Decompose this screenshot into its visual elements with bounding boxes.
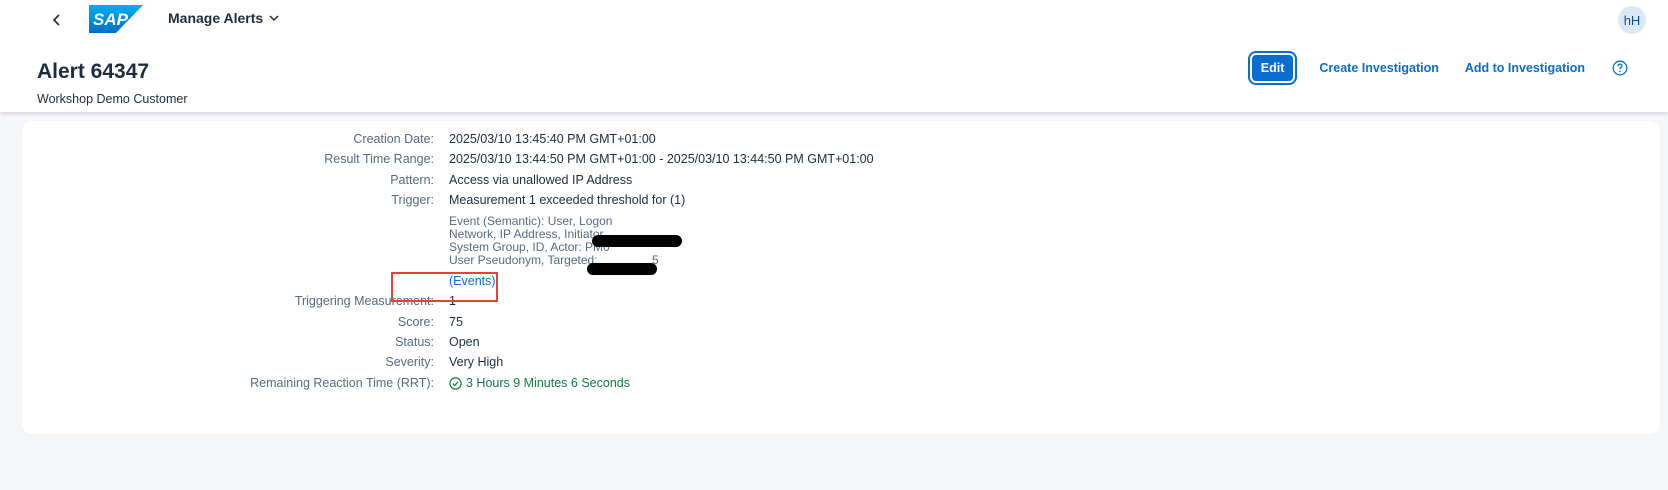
create-investigation-button[interactable]: Create Investigation — [1319, 61, 1438, 75]
field-value: Access via unallowed IP Address — [449, 173, 633, 187]
page-title: Alert 64347 — [37, 60, 150, 83]
field-value: 2025/03/10 13:45:40 PM GMT+01:00 — [449, 132, 656, 146]
field-label: Remaining Reaction Time (RRT): — [250, 376, 434, 390]
trigger-detail-line: User Pseudonym, Targeted: — [449, 253, 598, 267]
back-button[interactable] — [44, 7, 70, 33]
alert-details-card: Creation Date: 2025/03/10 13:45:40 PM GM… — [22, 121, 1660, 434]
field-creation-date: Creation Date: 2025/03/10 13:45:40 PM GM… — [22, 132, 1660, 152]
sap-logo[interactable]: SAP — [89, 5, 143, 33]
field-label: Pattern: — [390, 173, 434, 187]
header-actions: Edit Create Investigation Add to Investi… — [1247, 51, 1628, 85]
edit-button[interactable]: Edit — [1247, 51, 1298, 85]
app-title-menu[interactable]: Manage Alerts — [168, 10, 279, 26]
check-circle-icon — [449, 376, 462, 390]
trigger-detail-line: Event (Semantic): User, Logon — [449, 214, 613, 228]
help-button[interactable] — [1612, 60, 1628, 76]
rrt-text: 3 Hours 9 Minutes 6 Seconds — [466, 376, 630, 390]
field-value: 75 — [449, 315, 463, 329]
user-avatar[interactable]: hH — [1618, 6, 1646, 34]
field-score: Score: 75 — [22, 315, 1660, 335]
field-label: Severity: — [385, 355, 434, 369]
field-value: Measurement 1 exceeded threshold for (1) — [449, 193, 686, 207]
chevron-left-icon — [52, 14, 60, 26]
trigger-detail-line: System Group, ID, Actor: PM0 — [449, 240, 610, 254]
trigger-detail-line: Network, IP Address, Initiator — [449, 227, 604, 241]
field-value: 2025/03/10 13:44:50 PM GMT+01:00 - 2025/… — [449, 152, 874, 166]
field-triggering-measurement: Triggering Measurement: 1 — [22, 294, 1660, 314]
field-value: Very High — [449, 355, 504, 369]
field-status: Status: Open — [22, 335, 1660, 355]
field-label: Score: — [397, 315, 434, 329]
field-label: Trigger: — [391, 193, 434, 207]
chevron-down-icon — [269, 14, 279, 21]
field-value: Open — [449, 335, 480, 349]
field-severity: Severity: Very High — [22, 355, 1660, 375]
field-result-time-range: Result Time Range: 2025/03/10 13:44:50 P… — [22, 152, 1660, 172]
field-label: Creation Date: — [353, 132, 434, 146]
help-icon — [1612, 60, 1628, 76]
app-title: Manage Alerts — [168, 10, 264, 26]
shell-bar: SAP Manage Alerts hH — [0, 0, 1668, 40]
field-pattern: Pattern: Access via unallowed IP Address — [22, 173, 1660, 193]
rrt-value: 3 Hours 9 Minutes 6 Seconds — [449, 376, 630, 390]
field-trigger: Trigger: Measurement 1 exceeded threshol… — [22, 193, 1660, 213]
redaction-mark — [592, 235, 682, 247]
field-rrt: Remaining Reaction Time (RRT): 3 Hours 9… — [22, 376, 1660, 396]
object-header: Alert 64347 Workshop Demo Customer Edit … — [0, 40, 1668, 112]
highlight-box — [391, 272, 498, 302]
page-subtitle: Workshop Demo Customer — [37, 92, 188, 106]
field-events: (Events) — [22, 274, 1660, 294]
svg-text:SAP: SAP — [93, 10, 129, 29]
field-label: Result Time Range: — [324, 152, 434, 166]
field-label: Status: — [395, 335, 434, 349]
add-to-investigation-button[interactable]: Add to Investigation — [1465, 61, 1585, 75]
